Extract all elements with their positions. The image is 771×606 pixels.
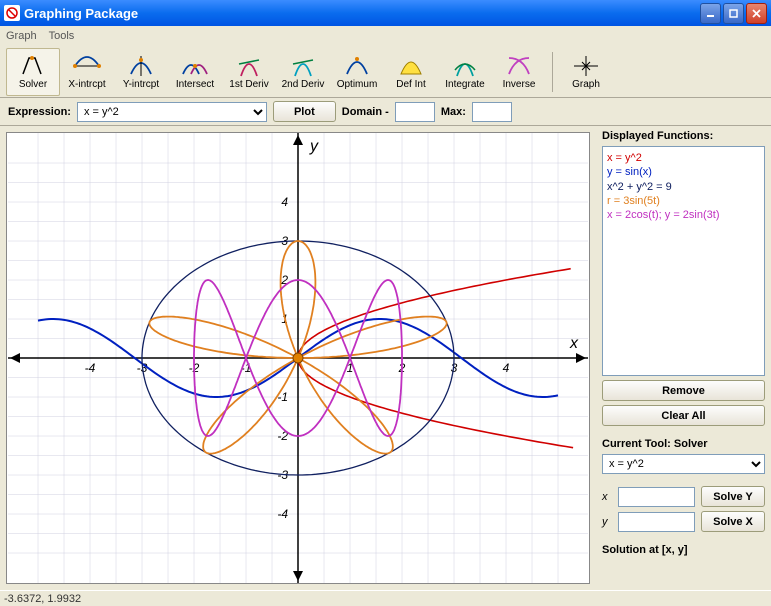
solver-icon	[19, 53, 47, 79]
svg-text:4: 4	[503, 361, 510, 375]
tool-intersect-label: Intersect	[176, 79, 214, 90]
close-button[interactable]	[746, 3, 767, 24]
current-tool-label: Current Tool: Solver	[602, 438, 765, 450]
tool-inverse[interactable]: Inverse	[492, 48, 546, 96]
tool-integrate[interactable]: Integrate	[438, 48, 492, 96]
solve-x-button[interactable]: Solve X	[701, 511, 765, 532]
tool-deriv1-label: 1st Deriv	[229, 79, 268, 90]
tool-yintrcpt-label: Y-intrcpt	[123, 79, 159, 90]
function-list-item[interactable]: x = 2cos(t); y = 2sin(3t)	[607, 208, 760, 222]
tool-xintrcpt-label: X-intrcpt	[68, 79, 105, 90]
tool-intersect[interactable]: Intersect	[168, 48, 222, 96]
menu-graph[interactable]: Graph	[6, 30, 37, 42]
tool-deriv2-label: 2nd Deriv	[282, 79, 325, 90]
x-label: x	[602, 491, 612, 503]
domain-label: Domain -	[342, 106, 389, 118]
expression-bar: Expression: x = y^2 Plot Domain - Max:	[0, 98, 771, 126]
tool-solver[interactable]: Solver	[6, 48, 60, 96]
displayed-functions-label: Displayed Functions:	[602, 130, 765, 142]
xintrcpt-icon	[73, 53, 101, 79]
integrate-icon	[451, 53, 479, 79]
tool-graph-label: Graph	[572, 79, 600, 90]
tool-optimum[interactable]: Optimum	[330, 48, 384, 96]
svg-text:x: x	[569, 335, 579, 352]
function-list-item[interactable]: x = y^2	[607, 151, 760, 165]
menu-tools[interactable]: Tools	[49, 30, 75, 42]
deriv1-icon	[235, 53, 263, 79]
tool-defint[interactable]: Def Int	[384, 48, 438, 96]
function-list[interactable]: x = y^2y = sin(x)x^2 + y^2 = 9r = 3sin(5…	[602, 146, 765, 376]
chart-canvas[interactable]: -4-4-3-3-2-2-1-111223344xy	[6, 132, 590, 584]
tool-integrate-label: Integrate	[445, 79, 484, 90]
domain-min-input[interactable]	[395, 102, 435, 122]
function-list-item[interactable]: y = sin(x)	[607, 165, 760, 179]
tool-2nd-deriv[interactable]: 2nd Deriv	[276, 48, 330, 96]
tool-inverse-label: Inverse	[503, 79, 536, 90]
graph-icon	[572, 53, 600, 79]
expression-label: Expression:	[8, 106, 71, 118]
svg-text:-4: -4	[277, 507, 288, 521]
toolbar-separator	[552, 52, 553, 92]
side-panel: Displayed Functions: x = y^2y = sin(x)x^…	[596, 126, 771, 590]
tool-defint-label: Def Int	[396, 79, 425, 90]
tool-xintrcpt[interactable]: X-intrcpt	[60, 48, 114, 96]
clear-all-button[interactable]: Clear All	[602, 405, 765, 426]
solve-y-button[interactable]: Solve Y	[701, 486, 765, 507]
plot-button[interactable]: Plot	[273, 101, 336, 122]
toolbar: Solver X-intrcpt Y-intrcpt Intersect 1st…	[0, 46, 771, 98]
window-title: Graphing Package	[24, 6, 700, 21]
tool-graph[interactable]: Graph	[559, 48, 613, 96]
defint-icon	[397, 53, 425, 79]
solution-label: Solution at [x, y]	[602, 544, 765, 556]
y-input[interactable]	[618, 512, 695, 532]
svg-text:4: 4	[281, 195, 288, 209]
yintrcpt-icon	[127, 53, 155, 79]
app-icon	[4, 5, 20, 21]
x-input[interactable]	[618, 487, 695, 507]
optimum-icon	[343, 53, 371, 79]
inverse-icon	[505, 53, 533, 79]
statusbar: -3.6372, 1.9932	[0, 590, 771, 606]
chart-svg: -4-4-3-3-2-2-1-111223344xy	[7, 133, 589, 583]
tool-yintrcpt[interactable]: Y-intrcpt	[114, 48, 168, 96]
maximize-button[interactable]	[723, 3, 744, 24]
titlebar: Graphing Package	[0, 0, 771, 26]
function-list-item[interactable]: x^2 + y^2 = 9	[607, 180, 760, 194]
expression-input[interactable]: x = y^2	[77, 102, 267, 122]
remove-button[interactable]: Remove	[602, 380, 765, 401]
intersect-icon	[181, 53, 209, 79]
tool-optimum-label: Optimum	[337, 79, 378, 90]
minimize-button[interactable]	[700, 3, 721, 24]
domain-max-input[interactable]	[472, 102, 512, 122]
cursor-coords: -3.6372, 1.9932	[4, 593, 81, 605]
svg-text:y: y	[309, 138, 319, 155]
max-label: Max:	[441, 106, 466, 118]
function-list-item[interactable]: r = 3sin(5t)	[607, 194, 760, 208]
tool-solver-label: Solver	[19, 79, 47, 90]
menubar: Graph Tools	[0, 26, 771, 46]
tool-1st-deriv[interactable]: 1st Deriv	[222, 48, 276, 96]
deriv2-icon	[289, 53, 317, 79]
svg-text:-4: -4	[85, 361, 96, 375]
y-label: y	[602, 516, 612, 528]
tool-function-select[interactable]: x = y^2	[602, 454, 765, 474]
chart-area: -4-4-3-3-2-2-1-111223344xy	[0, 126, 596, 590]
